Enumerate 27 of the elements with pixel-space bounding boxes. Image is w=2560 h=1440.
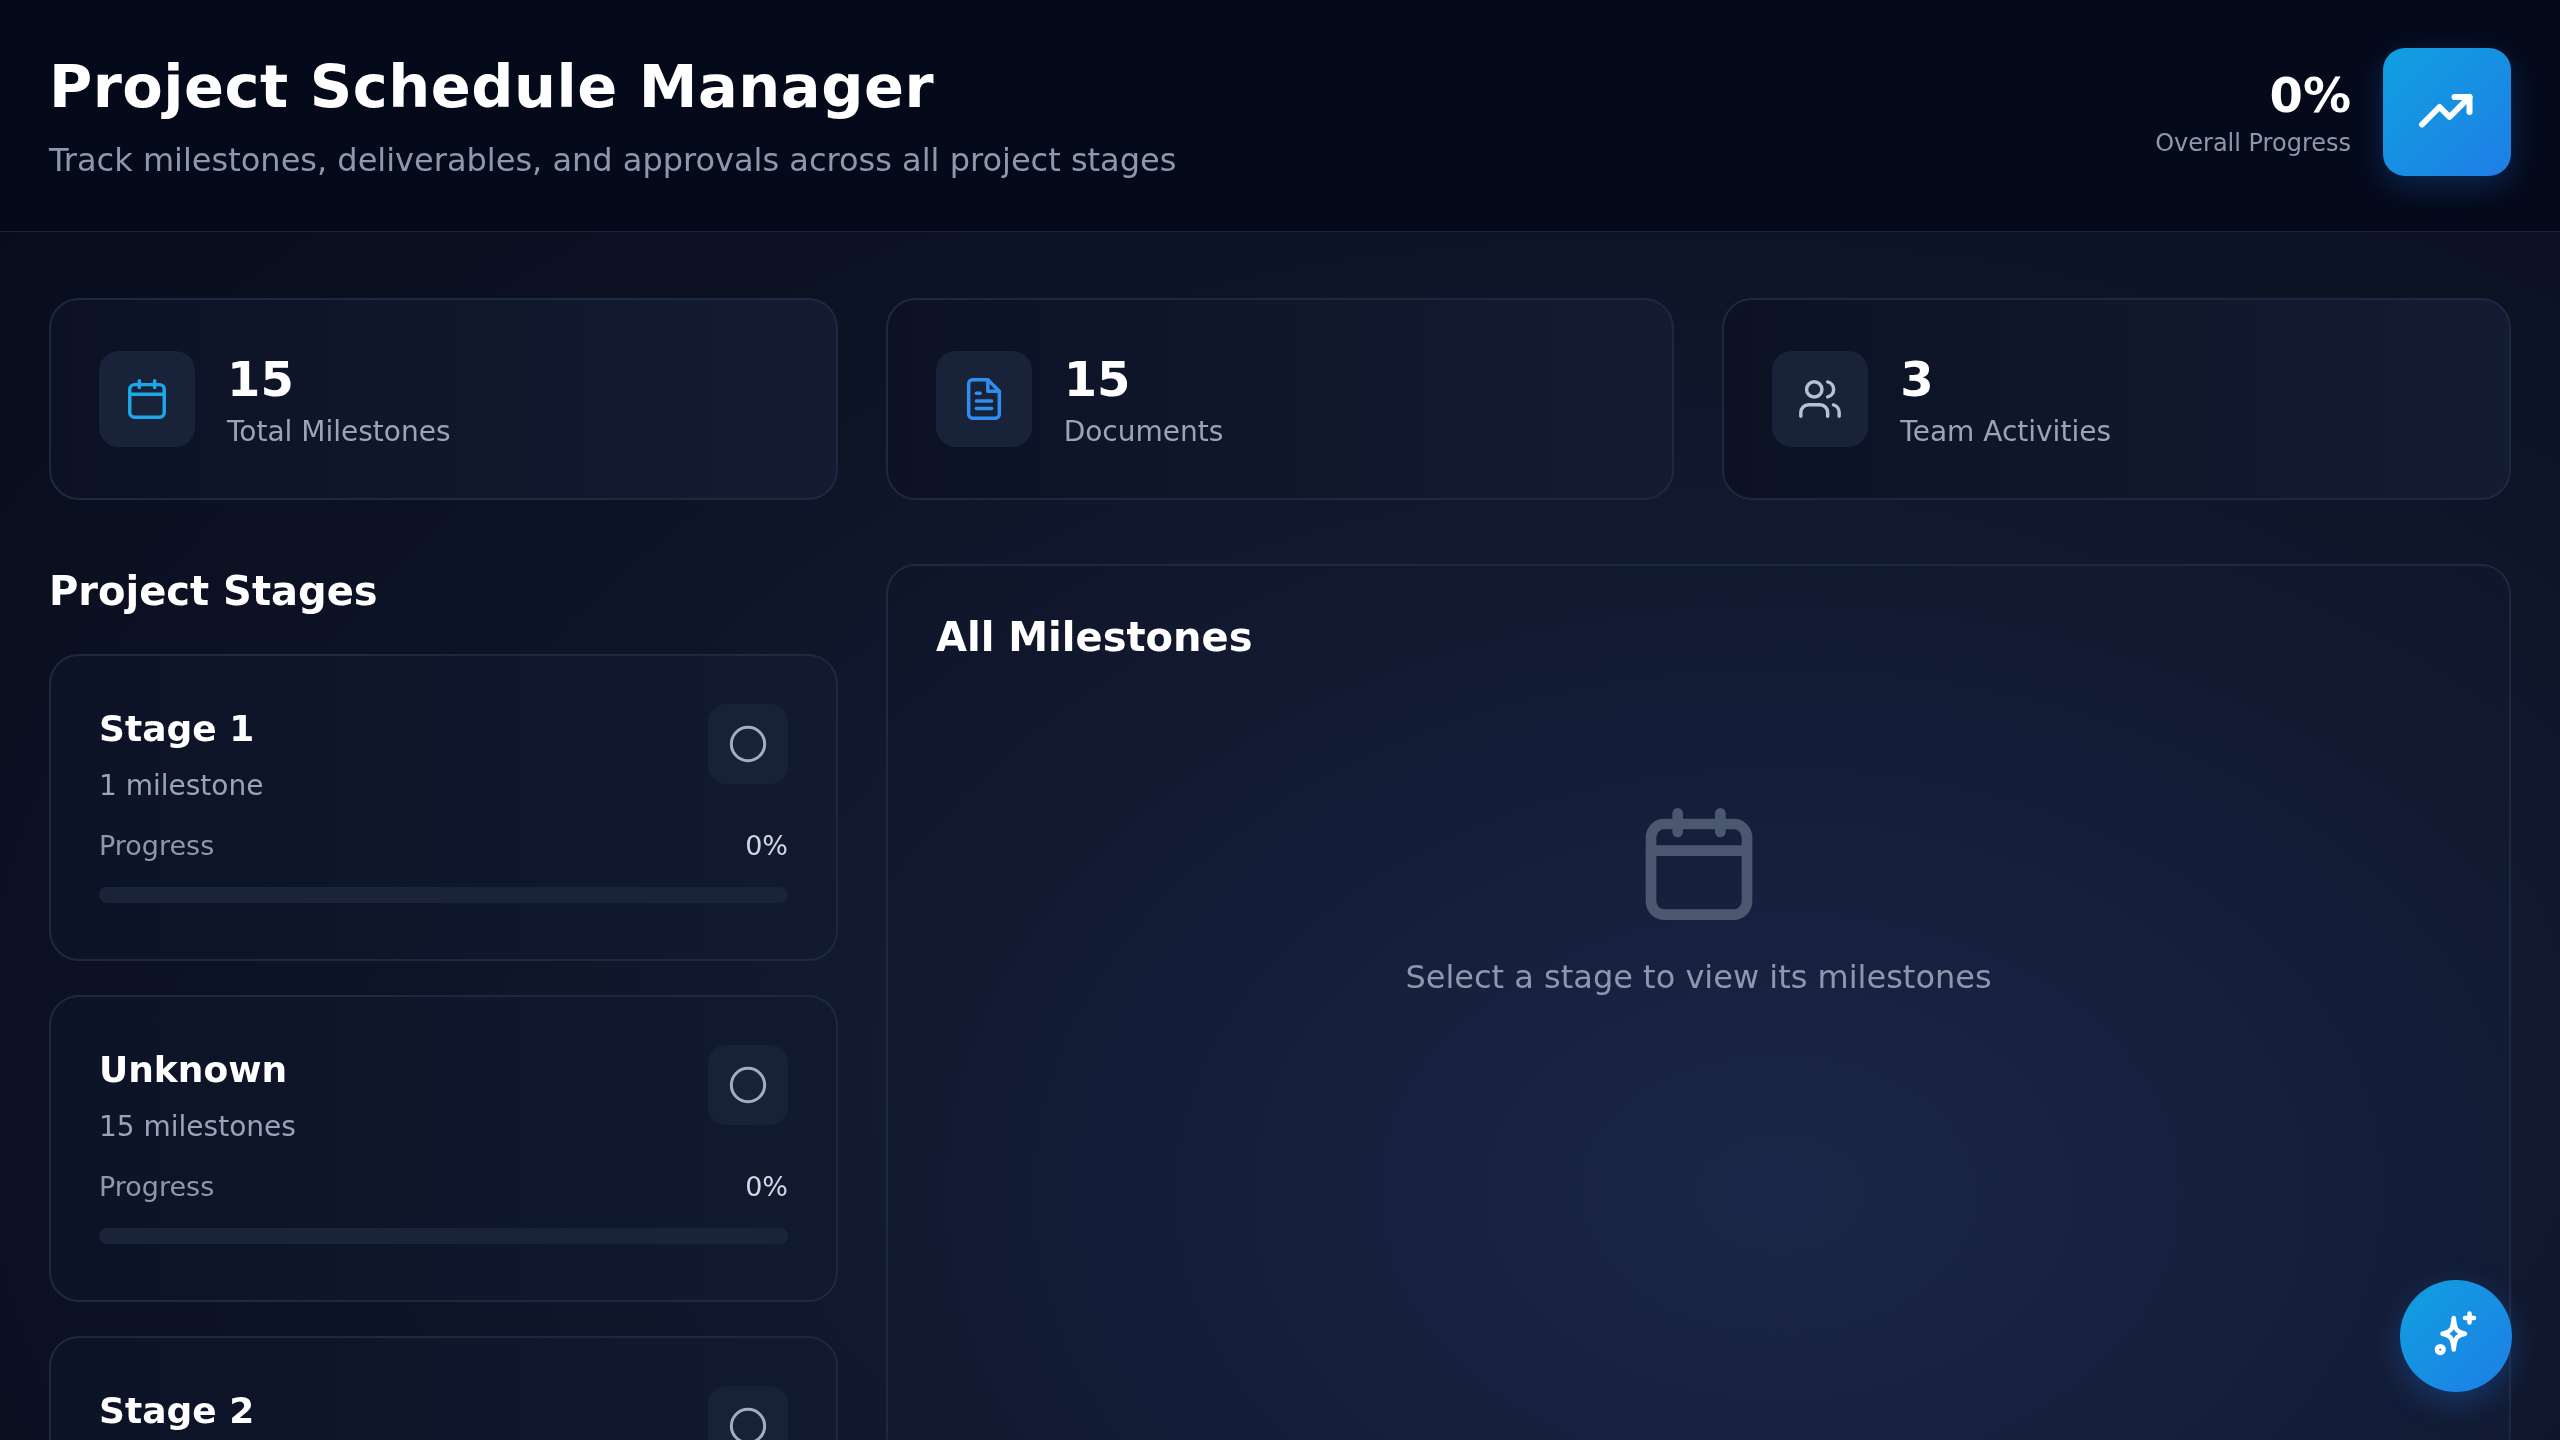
circle-icon xyxy=(728,724,768,764)
stat-value: 15 xyxy=(227,350,295,407)
page-title: Project Schedule Manager xyxy=(49,52,935,121)
overall-progress-label: Overall Progress xyxy=(2155,128,2351,157)
progress-label: Progress xyxy=(99,1171,215,1202)
stage-name: Unknown xyxy=(99,1049,289,1090)
empty-state-message: Select a stage to view its milestones xyxy=(1405,958,1992,996)
progress-value: 0% xyxy=(745,830,788,861)
milestone-count: 1 milestone xyxy=(99,769,264,802)
circle-icon xyxy=(728,1065,768,1105)
stat-value: 15 xyxy=(1063,350,1132,407)
panel-title: All Milestones xyxy=(936,614,1254,660)
stage-name: Stage 1 xyxy=(99,708,256,749)
stage-name: Stage 2 xyxy=(99,1390,255,1431)
stage-card[interactable]: Stage 1 1 milestone Progress 0% xyxy=(49,654,838,961)
progress-label: Progress xyxy=(99,830,215,861)
stat-value: 3 xyxy=(1900,350,1935,407)
progress-value: 0% xyxy=(745,1171,788,1202)
stage-card[interactable]: Unknown 15 milestones Progress 0% xyxy=(49,995,838,1302)
stat-label: Total Milestones xyxy=(227,414,451,448)
overall-progress-value: 0% xyxy=(2268,66,2351,123)
section-heading: Project Stages xyxy=(49,567,379,614)
milestone-count: 15 milestones xyxy=(99,1110,296,1143)
page-subtitle: Track milestones, deliverables, and approvals across all project stages xyxy=(49,141,1177,179)
stat-label: Team Activities xyxy=(1900,414,2111,448)
stage-card[interactable]: Stage 2 xyxy=(49,1336,838,1440)
stat-label: Documents xyxy=(1063,414,1224,448)
